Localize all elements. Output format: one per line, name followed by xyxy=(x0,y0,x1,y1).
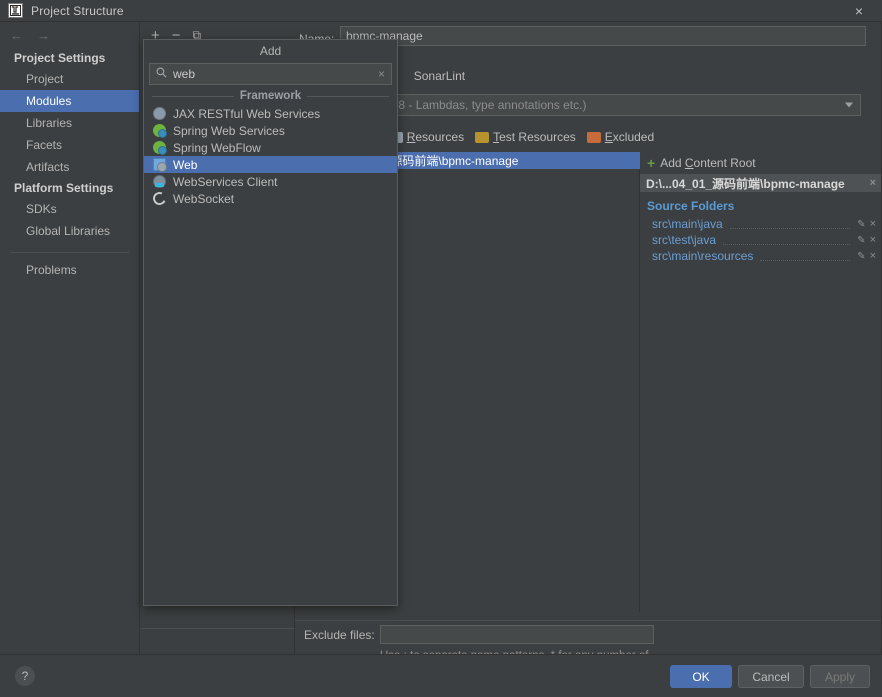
group-rule-left xyxy=(152,95,234,97)
module-name-input[interactable]: bpmc-manage xyxy=(340,26,866,46)
sidebar-item-sdks[interactable]: SDKs xyxy=(0,198,139,220)
sidebar-group-project-settings: Project Settings xyxy=(14,51,106,65)
framework-item-websocket[interactable]: WebSocket xyxy=(144,190,397,207)
dotted-leader xyxy=(723,236,851,245)
chevron-down-icon[interactable] xyxy=(845,102,853,108)
framework-item-jax-restful-web-services[interactable]: JAX RESTful Web Services xyxy=(144,105,397,122)
framework-search-field[interactable]: web × xyxy=(149,63,392,85)
sidebar-item-problems[interactable]: Problems xyxy=(0,259,139,281)
add-content-root-button[interactable]: + Add Content Root xyxy=(640,152,882,174)
source-folder-row[interactable]: src\main\resources ✎ × xyxy=(640,248,882,264)
add-framework-popup: Add web × Framework JAX RESTful Web Serv… xyxy=(143,39,398,606)
project-structure-dialog: Project Structure × ← → Project Settings… xyxy=(0,0,882,697)
web-icon xyxy=(153,158,167,172)
forward-arrow-icon[interactable]: → xyxy=(37,28,50,43)
framework-item-webservices-client[interactable]: WebServices Client xyxy=(144,173,397,190)
sidebar-item-global-libraries[interactable]: Global Libraries xyxy=(0,220,139,242)
exclude-files-input[interactable] xyxy=(380,625,654,644)
sidebar-item-libraries[interactable]: Libraries xyxy=(0,112,139,134)
folder-excluded-icon xyxy=(586,131,601,143)
marker-test-resources[interactable]: Test Resources xyxy=(472,129,579,145)
marker-excluded[interactable]: Excluded xyxy=(584,129,657,145)
webservices-client-icon xyxy=(153,175,166,188)
remove-source-folder-icon[interactable]: × xyxy=(870,218,876,230)
group-rule-right xyxy=(307,95,390,97)
sidebar: ← → Project Settings Project Modules Lib… xyxy=(0,22,140,654)
apply-button[interactable]: Apply xyxy=(810,665,870,688)
sidebar-item-facets[interactable]: Facets xyxy=(0,134,139,156)
edit-pencil-icon[interactable]: ✎ xyxy=(857,251,865,262)
help-button[interactable]: ? xyxy=(15,666,35,686)
content-root-panel: + Add Content Root D:\...04_01_源码前端\bpmc… xyxy=(640,152,882,612)
framework-item-label: WebSocket xyxy=(173,191,235,206)
framework-item-spring-webflow[interactable]: Spring WebFlow xyxy=(144,139,397,156)
sidebar-group-platform-settings: Platform Settings xyxy=(14,181,114,195)
framework-item-label: WebServices Client xyxy=(173,174,278,189)
framework-item-label: Spring WebFlow xyxy=(173,140,261,155)
language-level-detail: (8 - Lambdas, type annotations etc.) xyxy=(394,98,587,112)
source-folder-path: src\main\java xyxy=(652,217,723,231)
exclude-files-label: Exclude files: xyxy=(304,628,375,642)
spring-icon xyxy=(153,124,167,138)
tab-sonarlint[interactable]: SonarLint xyxy=(402,66,477,86)
remove-source-folder-icon[interactable]: × xyxy=(870,234,876,246)
folder-test-resources-icon xyxy=(475,131,490,143)
source-folder-row[interactable]: src\test\java ✎ × xyxy=(640,232,882,248)
dialog-footer: ? OK Cancel Apply CSDN @命里良人 xyxy=(0,654,882,697)
source-folder-path: src\test\java xyxy=(652,233,717,247)
modules-list-footer xyxy=(140,628,295,654)
search-icon xyxy=(156,67,167,81)
framework-item-web[interactable]: Web xyxy=(144,156,397,173)
content-root-path: D:\...04_01_源码前端\bpmc-manage xyxy=(646,176,845,191)
content-root-header: D:\...04_01_源码前端\bpmc-manage × xyxy=(640,174,882,192)
sidebar-item-artifacts[interactable]: Artifacts xyxy=(0,156,139,178)
close-icon[interactable]: × xyxy=(836,0,882,22)
back-arrow-icon[interactable]: ← xyxy=(10,28,23,43)
title-bar: Project Structure × xyxy=(0,0,882,22)
clear-search-icon[interactable]: × xyxy=(378,67,385,81)
marker-excluded-label: Excluded xyxy=(604,130,655,144)
sidebar-item-modules[interactable]: Modules xyxy=(0,90,139,112)
framework-search-value: web xyxy=(173,67,196,81)
add-content-root-label: Add Content Root xyxy=(660,156,756,170)
ok-button[interactable]: OK xyxy=(670,665,732,688)
framework-group-header: Framework xyxy=(144,85,397,105)
intellij-idea-icon xyxy=(8,3,23,18)
window-title: Project Structure xyxy=(31,3,124,18)
framework-group-label: Framework xyxy=(239,90,302,102)
cancel-button[interactable]: Cancel xyxy=(738,665,804,688)
plus-icon: + xyxy=(647,155,656,171)
source-folders-title: Source Folders xyxy=(647,199,735,213)
source-folder-path: src\main\resources xyxy=(652,249,754,263)
remove-content-root-icon[interactable]: × xyxy=(870,177,876,189)
edit-pencil-icon[interactable]: ✎ xyxy=(857,219,865,230)
spring-icon xyxy=(153,141,167,155)
framework-item-label: Spring Web Services xyxy=(173,123,285,138)
framework-item-label: Web xyxy=(173,157,198,172)
framework-item-label: JAX RESTful Web Services xyxy=(173,106,321,121)
dotted-leader xyxy=(760,252,851,261)
sidebar-nav: ← → xyxy=(0,22,139,48)
sidebar-item-project[interactable]: Project xyxy=(0,68,139,90)
edit-pencil-icon[interactable]: ✎ xyxy=(857,235,865,246)
sidebar-divider xyxy=(10,252,129,253)
marker-test-resources-label: Test Resources xyxy=(493,130,576,144)
remove-source-folder-icon[interactable]: × xyxy=(870,250,876,262)
websocket-icon xyxy=(151,190,168,207)
source-folder-row[interactable]: src\main\java ✎ × xyxy=(640,216,882,232)
globe-icon xyxy=(153,107,166,120)
add-popup-title: Add xyxy=(144,40,397,62)
marker-resources-label: Resources xyxy=(406,130,465,144)
framework-item-spring-web-services[interactable]: Spring Web Services xyxy=(144,122,397,139)
dotted-leader xyxy=(729,220,851,229)
